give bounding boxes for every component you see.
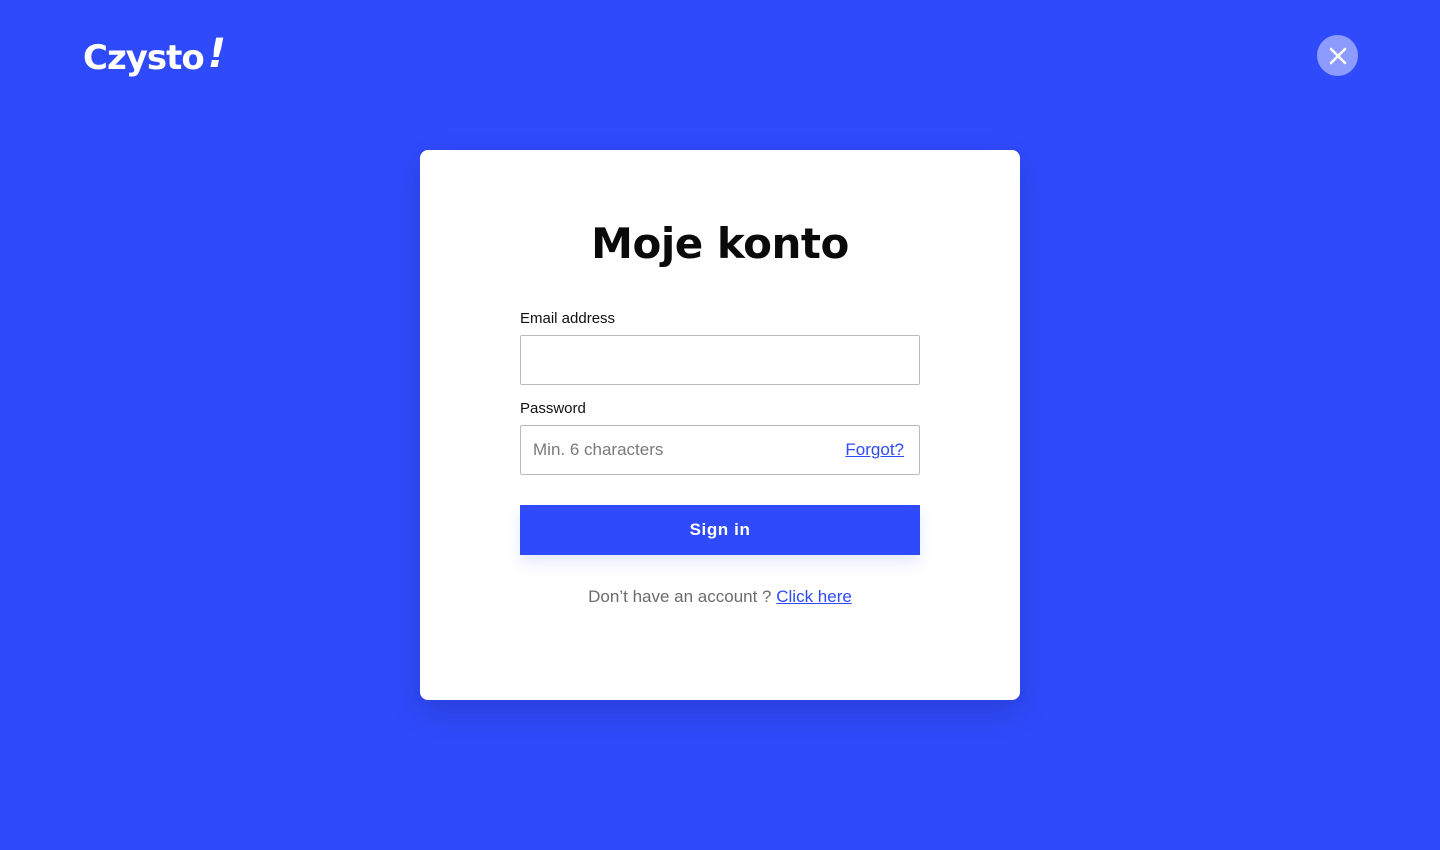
email-field-wrapper <box>520 335 920 385</box>
brand-logo[interactable]: Czysto! <box>83 31 226 80</box>
signup-prompt: Don’t have an account ? Click here <box>420 587 1020 607</box>
password-label: Password <box>520 400 586 417</box>
brand-mark: ! <box>207 31 226 77</box>
brand-name: Czysto <box>83 38 205 78</box>
sign-in-button[interactable]: Sign in <box>520 505 920 555</box>
signup-prompt-text: Don’t have an account ? <box>588 587 772 606</box>
close-icon <box>1329 47 1346 64</box>
forgot-password-link[interactable]: Forgot? <box>845 440 904 460</box>
login-page: Czysto! Moje konto Email address Passwor… <box>0 0 1440 850</box>
password-field-wrapper: Forgot? <box>520 425 920 475</box>
email-input[interactable] <box>521 336 919 384</box>
login-card: Moje konto Email address Password Forgot… <box>420 150 1020 700</box>
email-label: Email address <box>520 310 616 327</box>
close-button[interactable] <box>1317 35 1358 76</box>
page-title: Moje konto <box>591 219 849 268</box>
signup-link[interactable]: Click here <box>776 587 852 606</box>
